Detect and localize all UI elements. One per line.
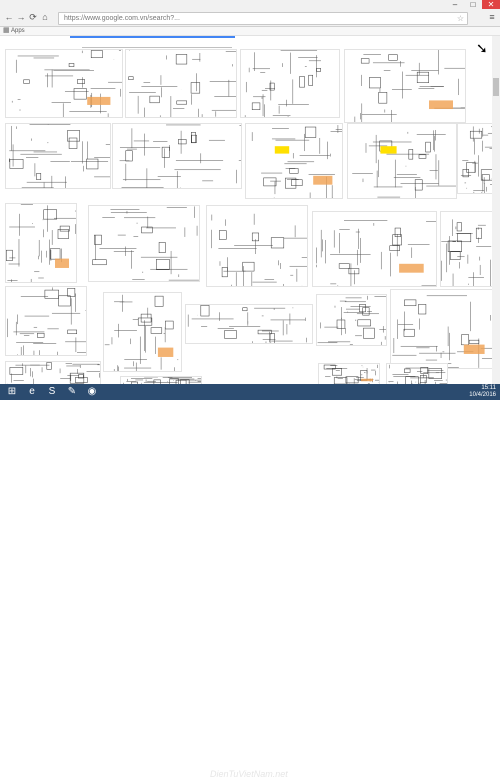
- schematic-thumb-23[interactable]: [386, 363, 448, 386]
- schematic-thumb-10[interactable]: [5, 203, 77, 283]
- browser-toolbar: ← → ⟳ ⌂ https://www.google.com.vn/search…: [0, 10, 500, 27]
- clock-time: 15:11: [481, 385, 496, 391]
- watermark: DienTuVietNam.net: [210, 769, 288, 779]
- maximize-button[interactable]: □: [464, 0, 482, 9]
- schematic-thumb-11[interactable]: [88, 205, 200, 282]
- schematic-thumb-15[interactable]: [5, 286, 87, 356]
- url-text: https://www.google.com.vn/search?...: [64, 15, 180, 22]
- reload-icon: ⟳: [29, 12, 37, 22]
- schematic-thumb-2[interactable]: [125, 49, 237, 118]
- schematic-thumb-4[interactable]: [344, 49, 466, 123]
- ie-icon[interactable]: e: [24, 385, 40, 399]
- apps-icon[interactable]: ▦: [3, 27, 10, 35]
- schematic-thumb-18[interactable]: [316, 294, 387, 346]
- schematic-thumb-3[interactable]: [240, 49, 340, 118]
- taskbar: ⊞ e S ✎ ◉ DienTuVietNam.net 15:11 10/4/2…: [0, 384, 500, 779]
- schematic-thumb-14[interactable]: [440, 211, 496, 287]
- scrollbar[interactable]: [492, 36, 500, 384]
- chrome-icon[interactable]: ◉: [84, 385, 100, 399]
- clock-date: 10/4/2016: [469, 392, 496, 398]
- menu-icon: ≡: [489, 12, 495, 22]
- schematic-thumb-16[interactable]: [103, 292, 182, 372]
- apps-label[interactable]: Apps: [11, 27, 25, 35]
- menu-button[interactable]: ≡: [487, 12, 497, 23]
- schematic-thumb-8[interactable]: [347, 123, 457, 199]
- search-divider: [82, 47, 232, 48]
- schematic-thumb-22[interactable]: [318, 363, 380, 386]
- schematic-thumb-12[interactable]: [206, 205, 308, 287]
- paint-icon[interactable]: ✎: [64, 385, 80, 399]
- schematic-thumb-17[interactable]: [185, 304, 313, 344]
- system-tray-clock[interactable]: 15:11 10/4/2016: [469, 385, 496, 399]
- bookmark-bar: ▦ Apps: [0, 27, 500, 36]
- schematic-thumb-9[interactable]: [457, 123, 496, 194]
- reload-button[interactable]: ⟳: [28, 12, 38, 23]
- forward-button[interactable]: →: [16, 12, 26, 23]
- schematic-thumb-19[interactable]: [390, 289, 496, 369]
- title-bar: – □ ✕: [0, 0, 500, 10]
- schematic-thumb-5[interactable]: [5, 123, 111, 189]
- windows-start-icon[interactable]: ⊞: [4, 385, 20, 399]
- home-button[interactable]: ⌂: [40, 12, 50, 23]
- schematic-thumb-20[interactable]: [5, 361, 101, 386]
- star-icon[interactable]: ☆: [457, 13, 464, 24]
- address-bar[interactable]: https://www.google.com.vn/search?... ☆: [58, 12, 468, 25]
- schematic-thumb-13[interactable]: [312, 211, 437, 287]
- minimize-button[interactable]: –: [446, 0, 464, 9]
- cursor-arrow-icon: ➘: [476, 40, 488, 56]
- arrow-right-icon: →: [16, 12, 26, 22]
- back-button[interactable]: ←: [4, 12, 14, 23]
- scrollbar-thumb[interactable]: [493, 78, 499, 96]
- schematic-thumb-6[interactable]: [112, 123, 242, 189]
- home-icon: ⌂: [42, 12, 48, 22]
- schematic-thumb-7[interactable]: [245, 123, 343, 199]
- close-button[interactable]: ✕: [482, 0, 500, 9]
- skype-icon[interactable]: S: [44, 385, 60, 399]
- schematic-thumb-1[interactable]: [5, 49, 123, 118]
- arrow-left-icon: ←: [4, 12, 14, 22]
